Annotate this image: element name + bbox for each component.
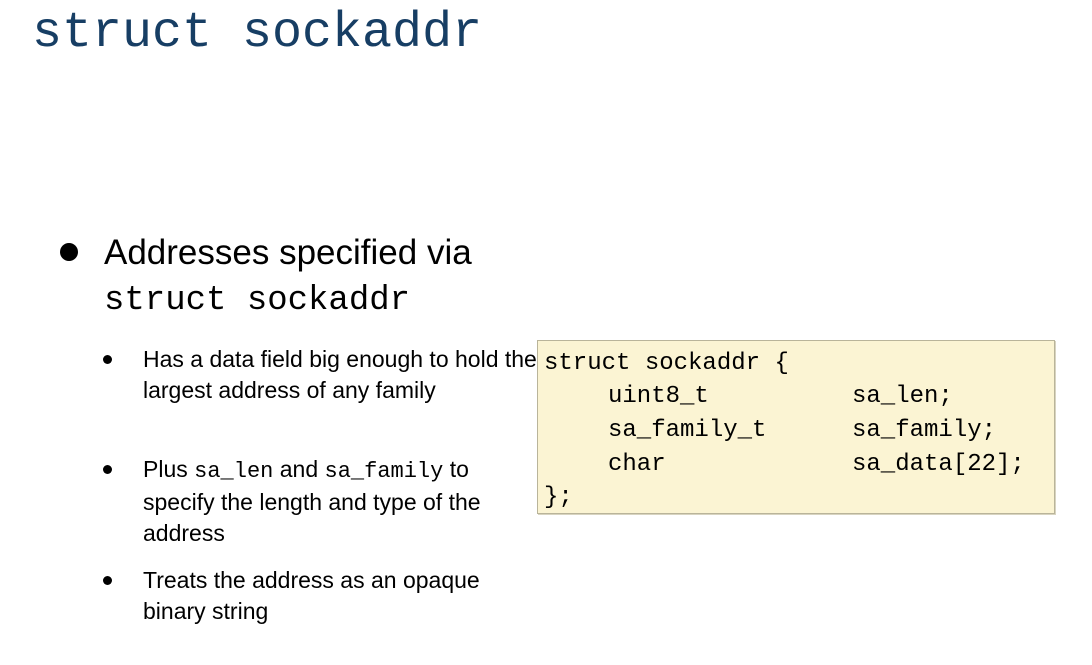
bullet-dot-icon — [103, 576, 112, 585]
code-field-type: char — [608, 451, 666, 478]
sa-len-code: sa_len — [194, 459, 274, 484]
sub-bullet-text: Treats the address as an opaque binary s… — [143, 567, 480, 624]
code-field-name: sa_data[22]; — [852, 451, 1025, 478]
main-bullet-text: Addresses specified via — [104, 233, 472, 272]
sub-bullet-prefix: Plus — [143, 456, 195, 482]
bullet-dot-icon — [103, 355, 112, 364]
sub-bullet-middle: and — [273, 456, 325, 482]
sa-family-code: sa_family — [324, 459, 444, 484]
slide-title: struct sockaddr — [32, 5, 483, 62]
sub-bullet-text: Has a data field big enough to hold the … — [143, 346, 537, 403]
sub-bullet-text: Plus sa_len and sa_family to specify the… — [143, 454, 543, 549]
code-field-type: sa_family_t — [608, 417, 767, 444]
code-field-type: uint8_t — [608, 383, 709, 410]
code-field-name: sa_len; — [852, 383, 953, 410]
code-struct-open: struct sockaddr { — [544, 350, 789, 377]
code-field-name: sa_family; — [852, 417, 997, 444]
code-struct-close: }; — [544, 484, 573, 511]
code-block: struct sockaddr { uint8_t sa_len; sa_fam… — [537, 340, 1055, 514]
bullet-dot-icon — [103, 465, 112, 474]
bullet-dot-icon — [60, 243, 78, 261]
main-bullet-code: struct sockaddr — [104, 282, 411, 320]
